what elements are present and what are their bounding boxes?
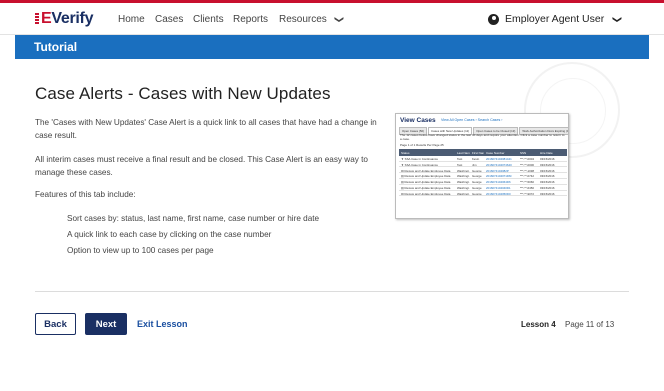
cell-last-name: Washingt... (457, 191, 470, 196)
cell-hire-date: 03/15/2016 (540, 162, 555, 167)
user-menu[interactable]: Employer Agent User ❯ (488, 13, 623, 25)
screenshot-table-row: ▤ Review and Update Employee Data Washing… (399, 191, 567, 197)
exit-lesson-link[interactable]: Exit Lesson (137, 319, 188, 329)
tutorial-title: Tutorial (34, 40, 78, 54)
cell-first-name: Kevin (472, 157, 480, 161)
cell-hire-date: 03/15/2016 (540, 174, 555, 178)
feature-item: Sort cases by: status, last name, first … (67, 214, 320, 223)
cell-hire-date: 03/15/2016 (540, 180, 555, 184)
cell-case-number: 2016074104082P (486, 168, 509, 173)
view-cases-screenshot: View Cases View All Open Cases › Search … (395, 113, 569, 219)
nav-home[interactable]: Home (118, 14, 145, 25)
cell-last-name: Test (457, 162, 463, 167)
everify-logo[interactable]: EVerify (35, 10, 93, 28)
top-navbar: EVerify Home Cases Clients Reports Resou… (0, 3, 664, 35)
chevron-down-icon: ❯ (612, 15, 623, 23)
cell-first-name: George (472, 180, 482, 184)
cell-status: ▤ Review and Update Employee Data (401, 168, 451, 173)
cell-hire-date: 03/15/2016 (540, 186, 555, 190)
user-account-icon (488, 13, 499, 25)
cell-case-number: 2016074104064D6 (486, 180, 511, 184)
col-ssn: SSN (520, 151, 527, 155)
back-button[interactable]: Back (35, 313, 76, 335)
screenshot-table-row: ▼ SSA Case in Continuance Test Jim 20160741… (399, 162, 567, 168)
cell-case-number: 2016074104081441 (486, 157, 512, 161)
nav-resources-label: Resources (279, 14, 327, 25)
features-intro: Features of this tab include: (35, 190, 136, 199)
lesson-label: Lesson 4 (521, 320, 556, 329)
cell-first-name: George (472, 191, 482, 196)
screenshot-table-header: Status Last Name First Name Case Number … (399, 149, 567, 156)
cell-status: ▤ Review and Update Employee Data (401, 191, 451, 196)
cell-status: ▤ Review and Update Employee Data (401, 174, 451, 178)
nav-cases[interactable]: Cases (155, 14, 183, 25)
cell-ssn: ***-**-0004 (520, 157, 534, 161)
screenshot-table-row: ▤ Review and Update Employee Data Washing… (399, 173, 567, 179)
logo-verify: Verify (51, 10, 94, 27)
col-first-name: First Name (472, 151, 484, 155)
cell-ssn: ***-**-9072 (520, 191, 534, 196)
cell-ssn: ***-**-0742 (520, 174, 534, 178)
cell-last-name: Test (457, 157, 463, 161)
screenshot-table-row: ▤ Review and Update Employee Data Washing… (399, 185, 567, 191)
cell-first-name: Jim (472, 162, 477, 167)
nav-resources[interactable]: Resources ❯ (279, 14, 345, 25)
next-button[interactable]: Next (85, 313, 127, 335)
cell-ssn: ***-**-0000 (520, 162, 534, 167)
cell-status: ▼ SSA Case in Continuance (401, 162, 438, 167)
screenshot-title: View Cases (400, 117, 436, 124)
cell-case-number: 2016074104040D1 (486, 186, 511, 190)
cell-last-name: Washingt... (457, 186, 470, 190)
cell-status: ▤ Review and Update Employee Data (401, 180, 451, 184)
col-status: Status (401, 151, 410, 155)
cell-case-number: 2016074104071DM (486, 174, 512, 178)
cell-hire-date: 03/15/2016 (540, 157, 555, 161)
cell-hire-date: 03/15/2016 (540, 191, 555, 196)
cell-ssn: ***-**-5060 (520, 180, 534, 184)
cell-first-name: George (472, 168, 482, 173)
screenshot-table-row: ▤ Review and Update Employee Data Washing… (399, 168, 567, 174)
user-name: Employer Agent User (505, 13, 605, 25)
logo-e: E (35, 10, 52, 27)
cell-status: ▼ SSA Case in Continuance (401, 157, 438, 161)
page-indicator: Page 11 of 13 (565, 320, 615, 329)
col-hire-date: Hire Date (540, 151, 553, 155)
screenshot-table-row: ▼ SSA Case in Continuance Test Kevin 201607… (399, 156, 567, 162)
tutorial-banner: Tutorial (15, 35, 649, 59)
screenshot-message: The 12 cases below have changed status i… (400, 133, 565, 141)
cell-case-number: 2016074104074640 (486, 162, 512, 167)
screenshot-controls: Page 1 of 1 Results Per Page 25 (400, 143, 444, 147)
feature-item: Option to view up to 100 cases per page (67, 246, 214, 255)
cell-case-number: 2016074104050D0 (486, 191, 511, 196)
cell-status: ▤ Review and Update Employee Data (401, 186, 451, 190)
col-last-name: Last Name (457, 151, 470, 155)
chevron-down-icon: ❯ (334, 15, 345, 24)
cell-ssn: ***-**-1038 (520, 168, 534, 173)
col-case-number: Case Number (486, 151, 505, 155)
cell-last-name: Washingt... (457, 174, 470, 178)
screenshot-table-row: ▤ Review and Update Employee Data Washing… (399, 179, 567, 185)
cell-last-name: Washingt... (457, 180, 470, 184)
footer-divider (35, 291, 629, 292)
nav-reports[interactable]: Reports (233, 14, 268, 25)
cell-ssn: ***-**-6450 (520, 186, 534, 190)
cell-first-name: George (472, 174, 482, 178)
cell-last-name: Washingt... (457, 168, 470, 173)
interim-paragraph: All interim cases must receive a final r… (35, 155, 368, 177)
cell-hire-date: 03/15/2016 (540, 168, 555, 173)
page-title: Case Alerts - Cases with New Updates (35, 84, 331, 103)
cell-first-name: George (472, 186, 482, 190)
feature-item: A quick link to each case by clicking on… (67, 230, 272, 239)
screenshot-links: View All Open Cases › Search Cases › (441, 118, 503, 122)
nav-clients[interactable]: Clients (193, 14, 224, 25)
intro-paragraph: The 'Cases with New Updates' Case Alert … (35, 118, 377, 140)
